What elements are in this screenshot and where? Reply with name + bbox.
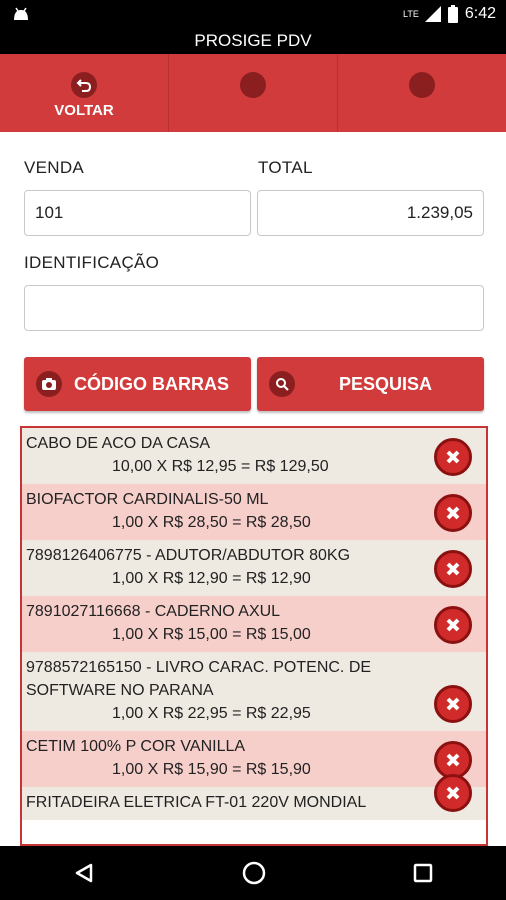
action-toolbar: VOLTAR (0, 54, 506, 132)
close-icon (446, 697, 460, 711)
list-item[interactable]: 9788572165150 - LIVRO CARAC. POTENC. DE … (22, 652, 486, 731)
remove-item-button[interactable] (434, 550, 472, 588)
remove-item-button[interactable] (434, 606, 472, 644)
item-name: CABO DE ACO DA CASA (26, 435, 211, 452)
system-nav-bar (0, 846, 506, 900)
barcode-button[interactable]: CÓDIGO BARRAS (24, 357, 251, 411)
close-icon (446, 562, 460, 576)
toolbar-action-3[interactable] (338, 54, 506, 132)
list-item[interactable]: CETIM 100% P COR VANILLA 1,00 X R$ 15,90… (22, 731, 486, 787)
back-button[interactable]: VOLTAR (0, 54, 169, 132)
remove-item-button[interactable] (434, 774, 472, 812)
search-icon (269, 371, 295, 397)
back-arrow-icon (71, 72, 97, 98)
search-button-label: PESQUISA (339, 373, 433, 394)
identificacao-field[interactable] (24, 285, 484, 331)
close-icon (446, 786, 460, 800)
venda-field[interactable]: 101 (24, 190, 251, 236)
remove-item-button[interactable] (434, 494, 472, 532)
item-name: 7891027116668 - CADERNO AXUL (26, 603, 281, 620)
list-item[interactable]: BIOFACTOR CARDINALIS-50 ML 1,00 X R$ 28,… (22, 484, 486, 540)
item-line: 1,00 X R$ 15,90 = R$ 15,90 (112, 761, 311, 778)
network-type: LTE (403, 9, 419, 19)
item-line: 1,00 X R$ 15,00 = R$ 15,00 (112, 626, 311, 643)
item-name: FRITADEIRA ELETRICA FT-01 220V MONDIAL (26, 794, 367, 811)
remove-item-button[interactable] (434, 685, 472, 723)
venda-label: VENDA (24, 158, 85, 177)
search-button[interactable]: PESQUISA (257, 357, 484, 411)
status-bar: LTE 6:42 (0, 0, 506, 30)
item-name: 7898126406775 - ADUTOR/ABDUTOR 80KG (26, 547, 351, 564)
item-line: 1,00 X R$ 12,90 = R$ 12,90 (112, 570, 311, 587)
clock: 6:42 (464, 5, 496, 22)
list-item[interactable]: 7891027116668 - CADERNO AXUL 1,00 X R$ 1… (22, 596, 486, 652)
list-item[interactable]: 7898126406775 - ADUTOR/ABDUTOR 80KG 1,00… (22, 540, 486, 596)
back-label: VOLTAR (54, 102, 114, 119)
placeholder-dot-icon (240, 72, 266, 98)
identificacao-label: IDENTIFICAÇÃO (24, 253, 160, 272)
home-nav-icon[interactable] (242, 861, 266, 885)
close-icon (446, 450, 460, 464)
sale-items-list[interactable]: CABO DE ACO DA CASA 10,00 X R$ 12,95 = R… (20, 426, 488, 846)
placeholder-dot-icon (409, 72, 435, 98)
list-item[interactable]: CABO DE ACO DA CASA 10,00 X R$ 12,95 = R… (22, 428, 486, 484)
signal-icon (424, 6, 441, 22)
app-title: PROSIGE PDV (0, 30, 506, 54)
remove-item-button[interactable] (434, 438, 472, 476)
total-label: TOTAL (258, 158, 313, 177)
total-field[interactable]: 1.239,05 (257, 190, 484, 236)
item-name: CETIM 100% P COR VANILLA (26, 738, 246, 755)
camera-icon (36, 371, 62, 397)
android-icon (14, 7, 28, 20)
close-icon (446, 753, 460, 767)
back-nav-icon[interactable] (73, 862, 95, 884)
item-name: BIOFACTOR CARDINALIS-50 ML (26, 491, 269, 508)
item-line: 1,00 X R$ 28,50 = R$ 28,50 (112, 514, 311, 531)
item-name: 9788572165150 - LIVRO CARAC. POTENC. DE … (26, 659, 372, 699)
barcode-button-label: CÓDIGO BARRAS (74, 373, 230, 394)
close-icon (446, 618, 460, 632)
toolbar-action-2[interactable] (169, 54, 338, 132)
list-item[interactable]: FRITADEIRA ELETRICA FT-01 220V MONDIAL (22, 774, 486, 820)
close-icon (446, 506, 460, 520)
item-line: 10,00 X R$ 12,95 = R$ 129,50 (112, 458, 329, 475)
battery-icon (447, 5, 458, 23)
recents-nav-icon[interactable] (413, 863, 433, 883)
item-line: 1,00 X R$ 22,95 = R$ 22,95 (112, 705, 311, 722)
